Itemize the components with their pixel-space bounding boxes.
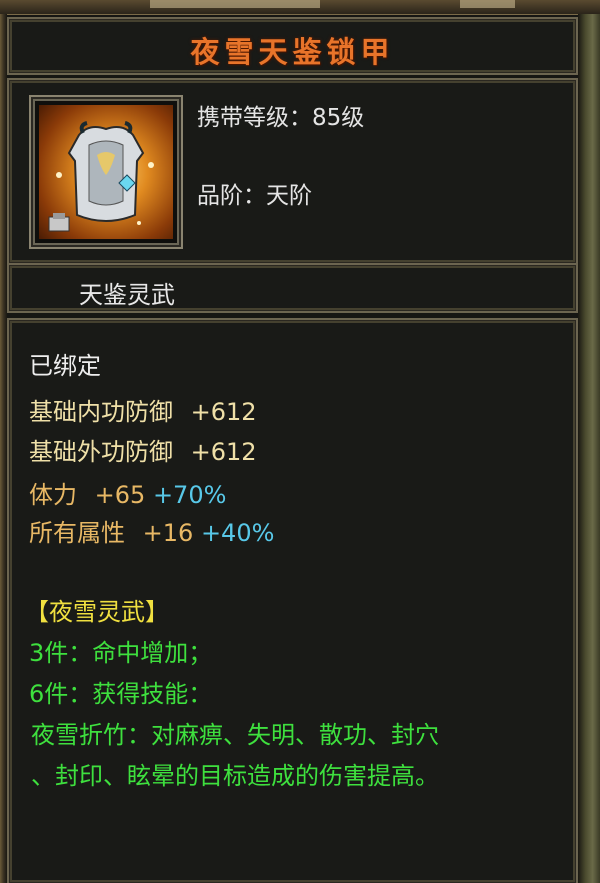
armor-chestplate-icon xyxy=(39,105,173,239)
bonus-stat-row: 所有属性 +16 +40% xyxy=(29,513,274,548)
carry-level-row: 携带等级：85级 xyxy=(197,98,364,132)
set-skill-desc-line2: 、封印、眩晕的目标造成的伤害提高。 xyxy=(31,762,439,790)
left-frame-border xyxy=(0,14,7,883)
carry-level-value: 85级 xyxy=(312,105,365,131)
set-name-panel: 天鉴灵武 xyxy=(7,263,578,313)
grade-row: 品阶：天阶 xyxy=(197,176,312,210)
base-stat-row: 基础外功防御 +612 xyxy=(29,432,257,467)
bonus-stat-row: 体力 +65 +70% xyxy=(29,475,226,510)
top-frame-strip xyxy=(0,0,600,15)
bonus-stat-percent: +40% xyxy=(200,519,275,547)
item-icon-frame[interactable] xyxy=(29,95,183,249)
set-bonus-title: 【夜雪灵武】 xyxy=(25,598,169,626)
bonus-stat-label: 体力 xyxy=(29,481,77,509)
set-skill-desc-line1: 夜雪折竹：对麻痹、失明、散功、封穴 xyxy=(31,721,439,749)
title-panel: 夜雪天鉴锁甲 xyxy=(7,17,578,75)
base-stat-label: 基础外功防御 xyxy=(29,438,173,466)
base-stat-label: 基础内功防御 xyxy=(29,398,173,426)
grade-label: 品阶： xyxy=(197,183,266,209)
bonus-stat-value: +65 xyxy=(94,481,146,509)
set-bonus-6-piece: 6件：获得技能： xyxy=(29,680,213,708)
grade-value: 天阶 xyxy=(266,183,312,209)
set-bonus-3-piece: 3件：命中增加； xyxy=(29,639,213,667)
stats-panel: 已绑定 基础内功防御 +612 基础外功防御 +612 体力 +65 +70% … xyxy=(7,318,578,883)
bonus-stat-label: 所有属性 xyxy=(29,519,125,547)
bonus-stat-value: +16 xyxy=(142,519,194,547)
right-frame-border xyxy=(578,14,600,883)
item-info-panel: 携带等级：85级 品阶：天阶 xyxy=(7,78,578,263)
base-stat-row: 基础内功防御 +612 xyxy=(29,392,257,427)
base-stat-value: +612 xyxy=(190,438,257,466)
set-name: 天鉴灵武 xyxy=(79,281,175,309)
item-name: 夜雪天鉴锁甲 xyxy=(190,35,395,69)
bound-status: 已绑定 xyxy=(29,352,101,380)
tooltip-window: 夜雪天鉴锁甲 携带等级：85级 品阶：天阶 天鉴灵武 已绑定 基础内功防御 +6… xyxy=(0,0,600,883)
base-stat-value: +612 xyxy=(190,398,257,426)
bonus-stat-percent: +70% xyxy=(152,481,227,509)
carry-level-label: 携带等级： xyxy=(197,105,312,131)
